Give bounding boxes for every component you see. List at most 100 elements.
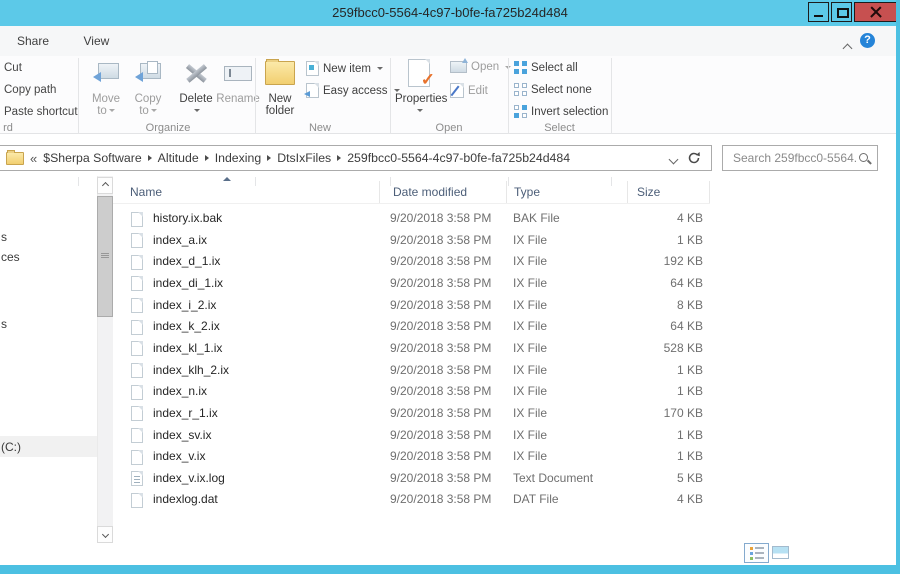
file-row[interactable]: index_k_2.ix 9/20/2018 3:58 PM IX File 6… — [113, 316, 713, 338]
address-row: « $Sherpa Software Altitude Indexing Dts… — [0, 134, 896, 177]
file-row[interactable]: index_r_1.ix 9/20/2018 3:58 PM IX File 1… — [113, 403, 713, 425]
breadcrumb-item[interactable]: Indexing — [211, 151, 266, 165]
copy-to-icon — [135, 63, 161, 83]
file-date: 9/20/2018 3:58 PM — [390, 273, 491, 295]
file-row[interactable]: index_i_2.ix 9/20/2018 3:58 PM IX File 8… — [113, 295, 713, 317]
breadcrumb-overflow-icon[interactable]: « — [30, 151, 37, 166]
open-button[interactable]: Open — [450, 61, 511, 73]
address-bar[interactable]: « $Sherpa Software Altitude Indexing Dts… — [0, 145, 712, 171]
file-date: 9/20/2018 3:58 PM — [390, 381, 491, 403]
close-button[interactable] — [854, 2, 897, 22]
column-header-type[interactable]: Type — [507, 181, 628, 203]
file-icon — [131, 255, 143, 270]
breadcrumb-item[interactable]: DtsIxFiles — [273, 151, 335, 165]
new-folder-button[interactable]: New folder — [258, 59, 302, 117]
maximize-button[interactable] — [831, 2, 852, 22]
search-icon[interactable] — [858, 152, 871, 165]
file-row[interactable]: index_klh_2.ix 9/20/2018 3:58 PM IX File… — [113, 360, 713, 382]
file-icon — [131, 363, 143, 378]
delete-button[interactable]: Delete — [175, 59, 217, 117]
sidebar-item[interactable]: ces — [1, 250, 20, 264]
breadcrumb-separator-icon[interactable] — [337, 155, 341, 161]
breadcrumb-item[interactable]: $Sherpa Software — [39, 151, 145, 165]
large-icons-view-button[interactable] — [772, 546, 789, 559]
file-size: 1 KB — [613, 446, 703, 468]
select-all-button[interactable]: Select all — [514, 61, 578, 74]
file-row[interactable]: index_sv.ix 9/20/2018 3:58 PM IX File 1 … — [113, 425, 713, 447]
dropdown-arrow-icon — [194, 109, 200, 112]
file-row[interactable]: index_a.ix 9/20/2018 3:58 PM IX File 1 K… — [113, 230, 713, 252]
file-date: 9/20/2018 3:58 PM — [390, 468, 491, 490]
sidebar-item-c-drive[interactable]: (C:) — [1, 440, 21, 454]
properties-button[interactable]: Properties — [395, 59, 443, 117]
scrollbar-thumb[interactable] — [97, 196, 113, 317]
breadcrumb-separator-icon[interactable] — [205, 155, 209, 161]
chevron-down-icon — [101, 531, 108, 538]
scrollbar-down-button[interactable] — [97, 526, 113, 543]
sidebar-item[interactable]: s — [1, 230, 7, 244]
organize-group-label: Organize — [85, 122, 251, 134]
dropdown-arrow-icon — [377, 67, 383, 70]
column-header-size[interactable]: Size — [628, 181, 710, 203]
ribbon: Cut Copy path Paste shortcut rd Move to … — [0, 56, 896, 134]
file-icon — [131, 385, 143, 400]
dropdown-arrow-icon — [417, 109, 423, 112]
search-input[interactable] — [731, 150, 858, 166]
file-row[interactable]: index_v.ix 9/20/2018 3:58 PM IX File 1 K… — [113, 446, 713, 468]
open-icon — [450, 61, 467, 73]
chevron-up-icon — [843, 44, 853, 54]
cut-button[interactable]: Cut — [4, 62, 22, 74]
file-name: index_k_2.ix — [153, 316, 220, 338]
collapse-ribbon-button[interactable] — [844, 39, 852, 47]
explorer-window: 259fbcc0-5564-4c97-b0fe-fa725b24d484 Sha… — [0, 0, 900, 574]
file-row[interactable]: index_d_1.ix 9/20/2018 3:58 PM IX File 1… — [113, 251, 713, 273]
file-type: IX File — [513, 381, 547, 403]
file-name: index_r_1.ix — [153, 403, 218, 425]
sidebar-item[interactable]: s — [1, 317, 7, 331]
select-none-button[interactable]: Select none — [514, 83, 592, 96]
file-row[interactable]: history.ix.bak 9/20/2018 3:58 PM BAK Fil… — [113, 208, 713, 230]
easy-access-button[interactable]: Easy access — [306, 83, 400, 98]
refresh-button[interactable] — [687, 151, 701, 165]
clipboard-group-label: rd — [0, 122, 16, 134]
file-date: 9/20/2018 3:58 PM — [390, 230, 491, 252]
help-button[interactable]: ? — [860, 33, 875, 48]
edit-button[interactable]: Edit — [450, 83, 488, 98]
file-row[interactable]: index_v.ix.log 9/20/2018 3:58 PM Text Do… — [113, 468, 713, 490]
file-date: 9/20/2018 3:58 PM — [390, 316, 491, 338]
open-group-label: Open — [390, 122, 508, 134]
easy-access-icon — [306, 83, 319, 98]
file-name: index_i_2.ix — [153, 295, 216, 317]
file-row[interactable]: indexlog.dat 9/20/2018 3:58 PM DAT File … — [113, 489, 713, 511]
breadcrumb-item-current[interactable]: 259fbcc0-5564-4c97-b0fe-fa725b24d484 — [343, 151, 574, 165]
column-header-name[interactable]: Name — [113, 181, 380, 203]
new-item-button[interactable]: New item — [306, 61, 383, 76]
invert-selection-button[interactable]: Invert selection — [514, 105, 608, 118]
breadcrumb-item[interactable]: Altitude — [154, 151, 203, 165]
address-dropdown-button[interactable] — [670, 148, 677, 168]
file-type: IX File — [513, 230, 547, 252]
chevron-down-icon — [669, 155, 679, 165]
copy-to-button[interactable]: Copy to — [127, 59, 169, 117]
file-size: 4 KB — [613, 489, 703, 511]
new-item-icon — [306, 61, 319, 76]
file-size: 64 KB — [613, 316, 703, 338]
paste-shortcut-button[interactable]: Paste shortcut — [4, 106, 78, 118]
file-name: index_n.ix — [153, 381, 207, 403]
tab-view[interactable]: View — [68, 26, 124, 56]
column-header-date-modified[interactable]: Date modified — [380, 181, 507, 203]
tab-share[interactable]: Share — [2, 26, 64, 56]
file-row[interactable]: index_n.ix 9/20/2018 3:58 PM IX File 1 K… — [113, 381, 713, 403]
scrollbar-up-button[interactable] — [97, 177, 113, 194]
file-row[interactable]: index_di_1.ix 9/20/2018 3:58 PM IX File … — [113, 273, 713, 295]
file-icon — [131, 428, 143, 443]
details-view-button[interactable] — [744, 543, 769, 563]
file-row[interactable]: index_kl_1.ix 9/20/2018 3:58 PM IX File … — [113, 338, 713, 360]
move-to-button[interactable]: Move to — [85, 59, 127, 117]
file-type: IX File — [513, 338, 547, 360]
copy-path-button[interactable]: Copy path — [4, 84, 56, 96]
chevron-up-icon — [101, 182, 108, 189]
breadcrumb-separator-icon[interactable] — [148, 155, 152, 161]
breadcrumb-separator-icon[interactable] — [267, 155, 271, 161]
minimize-button[interactable] — [808, 2, 829, 22]
